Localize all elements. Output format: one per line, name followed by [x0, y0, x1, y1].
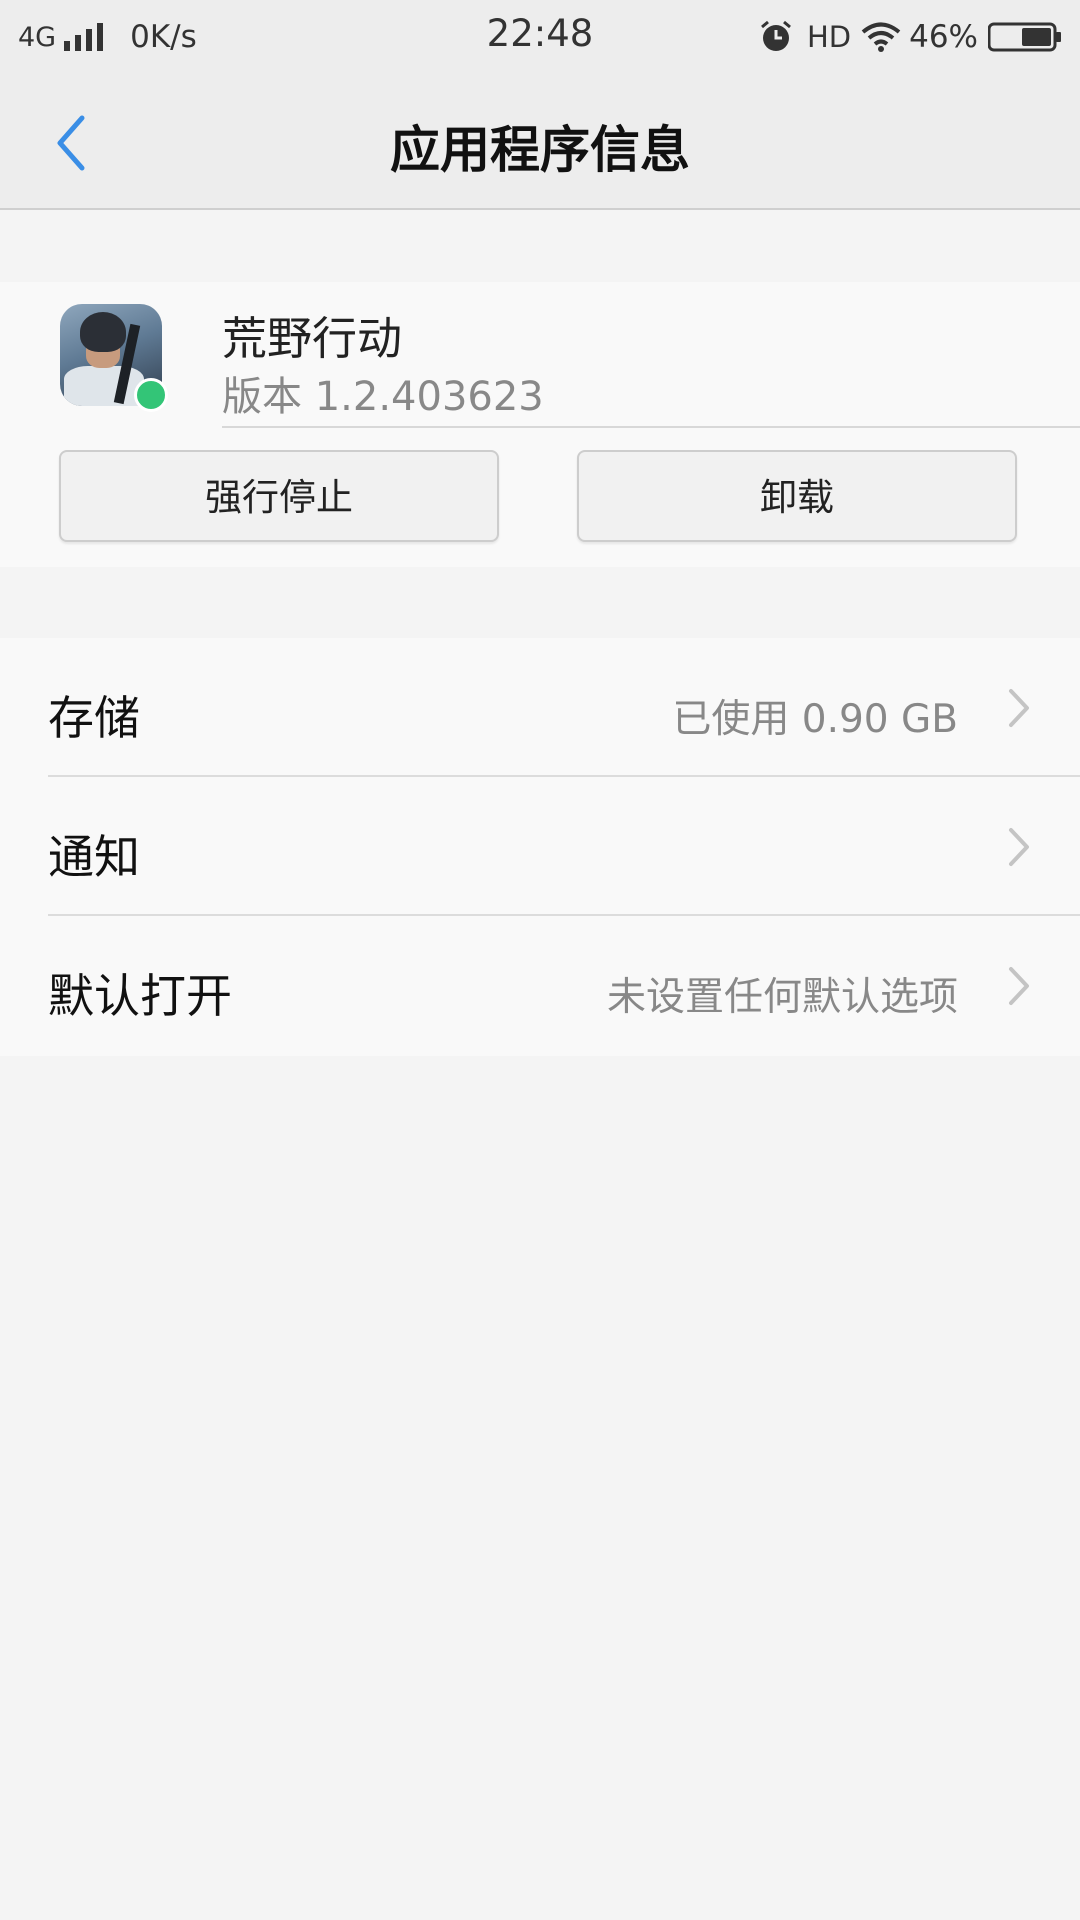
chevron-right-icon	[1009, 967, 1029, 1005]
force-stop-button[interactable]: 强行停止	[59, 450, 499, 542]
settings-item-value: 未设置任何默认选项	[606, 975, 958, 1020]
settings-item-storage[interactable]: 存储 已使用 0.90 GB	[0, 638, 1080, 777]
chevron-right-icon	[1009, 828, 1029, 866]
app-name: 荒野行动	[222, 312, 403, 365]
settings-item-value: 已使用 0.90 GB	[672, 697, 958, 742]
settings-item-label: 默认打开	[48, 969, 232, 1023]
app-version: 版本 1.2.403623	[222, 374, 544, 420]
app-info-card: 荒野行动 版本 1.2.403623 强行停止 卸载	[0, 282, 1080, 567]
hd-indicator: HD	[806, 20, 852, 54]
alarm-icon	[760, 20, 791, 51]
settings-item-label: 存储	[48, 691, 140, 745]
wifi-icon	[861, 22, 901, 52]
settings-item-notifications[interactable]: 通知	[0, 777, 1080, 916]
status-right: HD 46%	[759, 14, 1062, 60]
nav-bar: 应用程序信息	[0, 76, 1080, 210]
uninstall-button[interactable]: 卸载	[577, 450, 1017, 542]
chevron-right-icon	[1009, 689, 1029, 727]
divider	[222, 426, 1080, 428]
battery-icon	[988, 22, 1061, 52]
settings-item-open-by-default[interactable]: 默认打开 未设置任何默认选项	[0, 916, 1080, 1055]
app-badge-icon	[134, 378, 168, 412]
settings-list: 存储 已使用 0.90 GB 通知 默认打开 未设置任何默认选项	[0, 638, 1080, 1056]
settings-item-label: 通知	[48, 830, 140, 884]
battery-percent: 46%	[909, 19, 978, 55]
status-bar: 4G 0K/s 22:48 HD 46%	[0, 0, 1080, 76]
page-title: 应用程序信息	[390, 121, 690, 179]
